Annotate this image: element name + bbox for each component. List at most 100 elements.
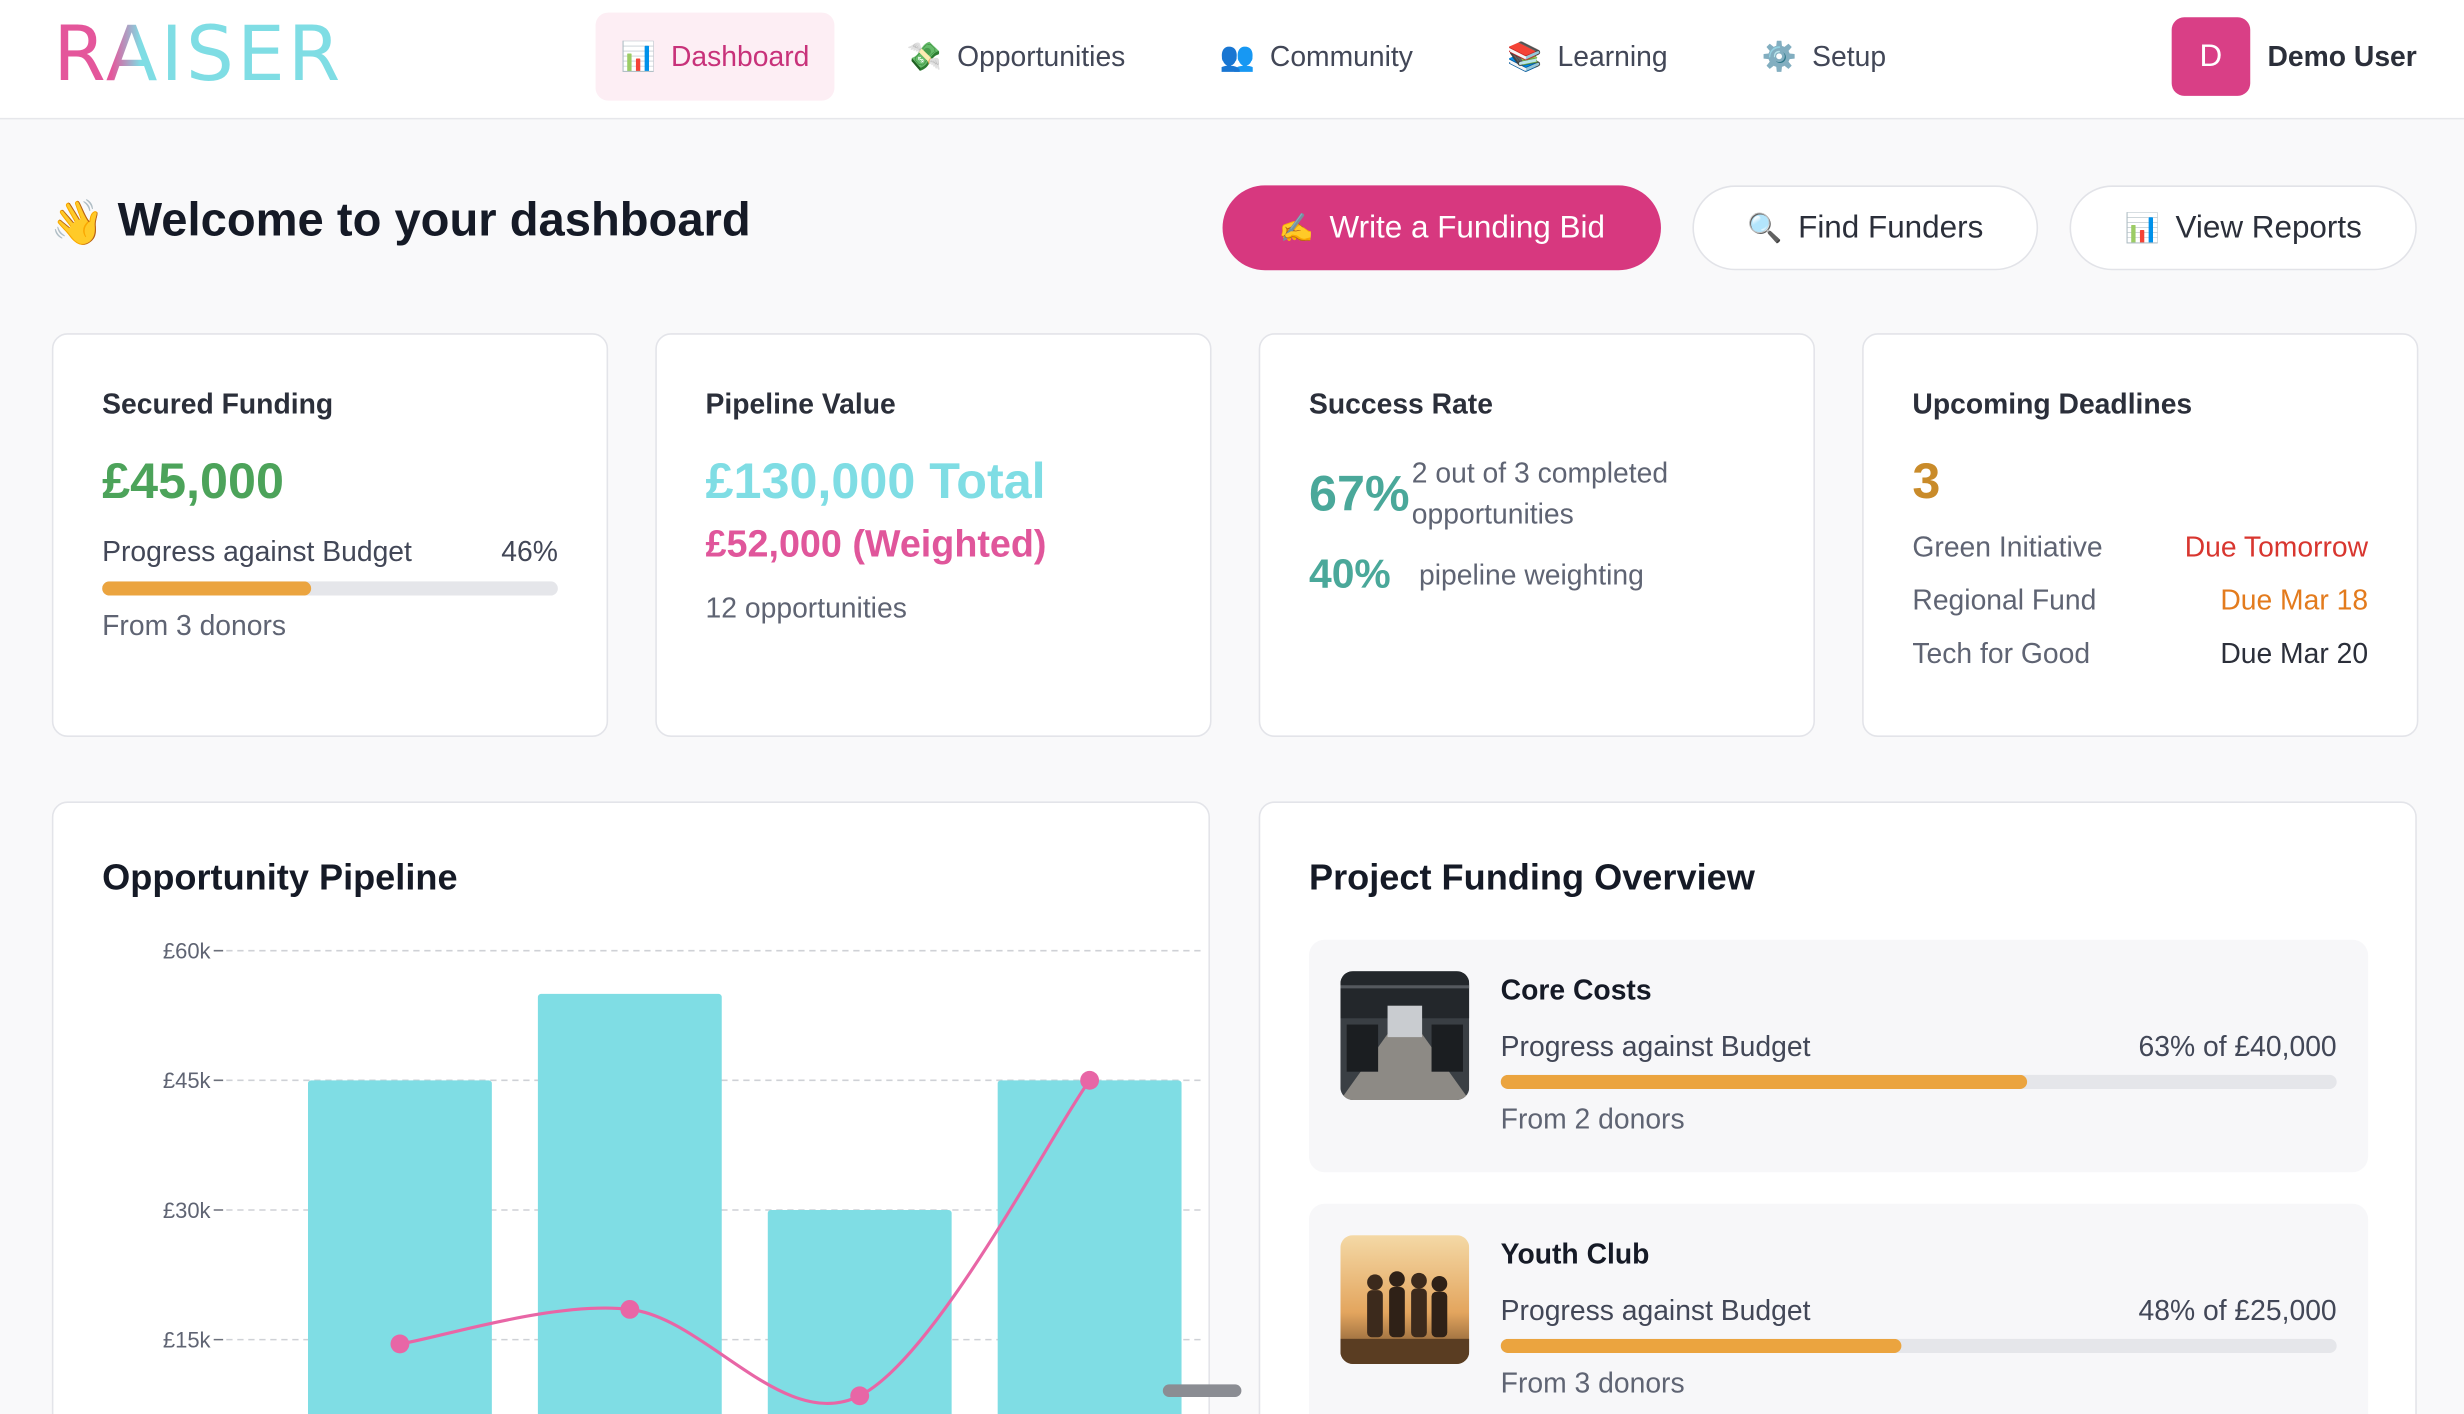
pipeline-bar[interactable]	[537, 993, 722, 1414]
progress-label: Progress against Budget	[1500, 1294, 1811, 1327]
deadline-due: Due Mar 18	[2220, 584, 2369, 616]
project-name: Core Costs	[1500, 974, 1652, 1006]
trend-point[interactable]	[620, 1299, 640, 1319]
welcome-heading: 👋 Welcome to your dashboard	[50, 195, 750, 248]
deadline-count: 3	[1912, 452, 1941, 510]
raiser-logo[interactable]: RAISER	[53, 16, 343, 95]
progress-percent: 46%	[501, 535, 558, 568]
writing-hand-icon: ✍️	[1278, 211, 1314, 243]
donor-count: From 2 donors	[1500, 1103, 1685, 1135]
pipeline-weighting-description: pipeline weighting	[1418, 558, 1644, 591]
pipeline-total: £130,000 Total	[705, 452, 1046, 510]
progress-bar-fill	[1500, 1074, 2028, 1089]
project-name: Youth Club	[1500, 1238, 1650, 1270]
project-funding-overview-panel: Project Funding Overview Core Costs Prog…	[1258, 801, 2417, 1414]
trend-point[interactable]	[390, 1334, 410, 1354]
nav-item-opportunities[interactable]: 💸 Opportunities	[882, 13, 1151, 101]
project-photo-group	[1340, 1235, 1470, 1364]
nav-item-label: Setup	[1812, 40, 1887, 72]
gear-icon: ⚙️	[1761, 40, 1798, 72]
top-navigation-bar: RAISER 📊 Dashboard 💸 Opportunities 👥 Com…	[0, 0, 2464, 120]
nav-item-learning[interactable]: 📚 Learning	[1482, 13, 1693, 101]
pipeline-bar[interactable]	[307, 1080, 492, 1414]
write-funding-bid-button[interactable]: ✍️ Write a Funding Bid	[1222, 185, 1661, 271]
view-reports-button[interactable]: 📊 View Reports	[2069, 185, 2417, 271]
y-tick-label: £60k	[163, 939, 212, 964]
progress-amount: 63% of £40,000	[2138, 1030, 2337, 1063]
avatar[interactable]: D	[2171, 17, 2251, 96]
pipeline-bar[interactable]	[767, 1209, 952, 1414]
deadline-item[interactable]: Green Initiative Due Tomorrow	[1912, 531, 2368, 564]
user-menu[interactable]: D Demo User	[2171, 17, 2417, 96]
nav-item-label: Dashboard	[670, 40, 810, 72]
success-rate-card: Success Rate 67% 2 out of 3 completed op…	[1258, 333, 1815, 737]
y-tick-label: £30k	[163, 1198, 212, 1223]
upcoming-deadlines-card: Upcoming Deadlines 3 Green Initiative Du…	[1862, 333, 2419, 737]
pipeline-bar[interactable]	[997, 1080, 1182, 1414]
deadline-due: Due Tomorrow	[2184, 531, 2369, 563]
pipeline-chart-svg: £60k £45k £30k £15k	[163, 939, 1204, 1414]
page-title: Welcome to your dashboard	[117, 194, 751, 247]
y-tick-label: £45k	[163, 1068, 212, 1093]
card-title: Pipeline Value	[705, 388, 896, 420]
card-title: Success Rate	[1308, 388, 1493, 420]
deadline-name: Regional Fund	[1912, 584, 2097, 616]
trend-line	[399, 1079, 1091, 1405]
progress-row: Progress against Budget 48% of £25,000	[1501, 1295, 2337, 1328]
main-nav: 📊 Dashboard 💸 Opportunities 👥 Community …	[595, 12, 1934, 101]
progress-bar-fill	[102, 581, 312, 596]
project-card-youth-club[interactable]: Youth Club Progress against Budget 48% o…	[1308, 1203, 2369, 1414]
button-label: View Reports	[2175, 209, 2362, 245]
pipeline-weighting-row: 40% pipeline weighting	[1309, 550, 1765, 599]
deadline-due: Due Mar 20	[2220, 637, 2369, 670]
nav-item-setup[interactable]: ⚙️ Setup	[1737, 13, 1911, 101]
progress-bar	[1500, 1074, 2337, 1089]
deadline-name: Tech for Good	[1912, 637, 2091, 670]
nav-item-dashboard[interactable]: 📊 Dashboard	[595, 12, 835, 101]
deadline-name: Green Initiative	[1912, 531, 2103, 563]
nav-item-label: Community	[1269, 40, 1413, 72]
trend-point[interactable]	[1080, 1070, 1100, 1090]
project-photo-office	[1340, 971, 1470, 1100]
success-rate-description: 2 out of 3 completed opportunities	[1411, 457, 1669, 530]
card-title: Secured Funding	[102, 388, 334, 420]
progress-row: Progress against Budget 46%	[102, 536, 558, 569]
card-title: Upcoming Deadlines	[1912, 388, 2193, 420]
progress-bar	[1500, 1338, 2337, 1353]
scroll-handle[interactable]	[1162, 1384, 1242, 1397]
deadline-item[interactable]: Regional Fund Due Mar 18	[1912, 585, 2368, 618]
success-rate-value: 67%	[1308, 464, 1410, 521]
pipeline-chart: £60k £45k £30k £15k	[132, 929, 1216, 1414]
button-label: Find Funders	[1798, 209, 1984, 245]
opportunity-count: 12 opportunities	[705, 592, 907, 624]
progress-amount: 48% of £25,000	[2138, 1294, 2337, 1327]
nav-item-community[interactable]: 👥 Community	[1194, 13, 1438, 101]
money-icon: 💸	[906, 40, 943, 72]
people-icon: 👥	[1219, 40, 1255, 72]
button-label: Write a Funding Bid	[1329, 209, 1605, 245]
waving-hand-icon: 👋	[50, 197, 106, 246]
y-tick-label: £15k	[163, 1327, 212, 1352]
pipeline-weighting-value: 40%	[1308, 549, 1391, 598]
panel-title: Opportunity Pipeline	[102, 856, 458, 898]
bar-chart-icon: 📊	[2124, 211, 2160, 243]
donor-count: From 3 donors	[102, 609, 287, 642]
user-name: Demo User	[2267, 40, 2417, 72]
success-rate-row: 67% 2 out of 3 completed opportunities	[1309, 453, 1765, 535]
pipeline-value-card: Pipeline Value £130,000 Total £52,000 (W…	[655, 333, 1212, 737]
progress-row: Progress against Budget 63% of £40,000	[1501, 1031, 2337, 1064]
progress-bar	[102, 581, 558, 596]
project-card-core-costs[interactable]: Core Costs Progress against Budget 63% o…	[1308, 939, 2369, 1173]
magnifier-icon: 🔍	[1747, 211, 1783, 243]
find-funders-button[interactable]: 🔍 Find Funders	[1692, 185, 2039, 271]
pipeline-weighted: £52,000 (Weighted)	[705, 523, 1047, 566]
progress-bar-fill	[1500, 1338, 1902, 1353]
nav-item-label: Opportunities	[957, 40, 1126, 72]
trend-point[interactable]	[850, 1386, 870, 1406]
panel-title: Project Funding Overview	[1308, 856, 1755, 898]
header-actions: ✍️ Write a Funding Bid 🔍 Find Funders 📊 …	[1222, 185, 2417, 271]
progress-label: Progress against Budget	[1500, 1030, 1811, 1063]
secured-amount: £45,000	[102, 452, 284, 510]
deadline-item[interactable]: Tech for Good Due Mar 20	[1912, 638, 2368, 671]
bar-chart-icon: 📊	[620, 40, 656, 72]
